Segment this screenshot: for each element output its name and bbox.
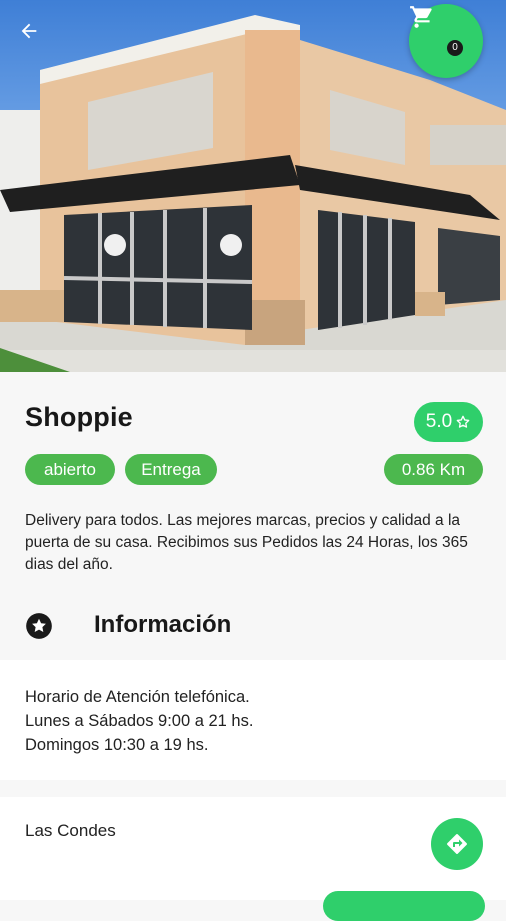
rating-badge: 5.0 [414, 402, 483, 442]
store-details: Shoppie 5.0 abierto Entrega 0.86 Km Deli… [0, 372, 506, 660]
hours-line-1: Horario de Atención telefónica. [25, 688, 250, 706]
directions-button[interactable] [431, 818, 483, 870]
directions-icon [447, 834, 467, 854]
address-card: Las Condes [0, 797, 506, 921]
hours-line-3: Domingos 10:30 a 19 hs. [25, 736, 209, 754]
arrow-left-icon [21, 23, 37, 39]
hours-card: Horario de Atención telefónica. Lunes a … [0, 660, 506, 780]
action-button[interactable] [323, 891, 485, 921]
info-section-title: Información [94, 611, 232, 638]
cart-count-badge: 0 [447, 40, 463, 56]
distance-chip: 0.86 Km [384, 454, 483, 485]
star-circle-icon [26, 613, 52, 639]
address-text: Las Condes [25, 821, 116, 840]
back-button[interactable] [18, 20, 52, 54]
store-description: Delivery para todos. Las mejores marcas,… [25, 512, 468, 573]
star-outline-icon [456, 415, 470, 428]
cart-button[interactable]: 0 [409, 4, 483, 78]
rating-value: 5.0 [425, 411, 453, 432]
store-hero-image: 0 [0, 0, 506, 372]
status-chip-open: abierto [25, 454, 115, 485]
shopping-cart-icon [410, 6, 432, 28]
hours-line-2: Lunes a Sábados 9:00 a 21 hs. [25, 712, 254, 730]
store-name: Shoppie [25, 402, 133, 432]
status-chip-delivery: Entrega [125, 454, 217, 485]
